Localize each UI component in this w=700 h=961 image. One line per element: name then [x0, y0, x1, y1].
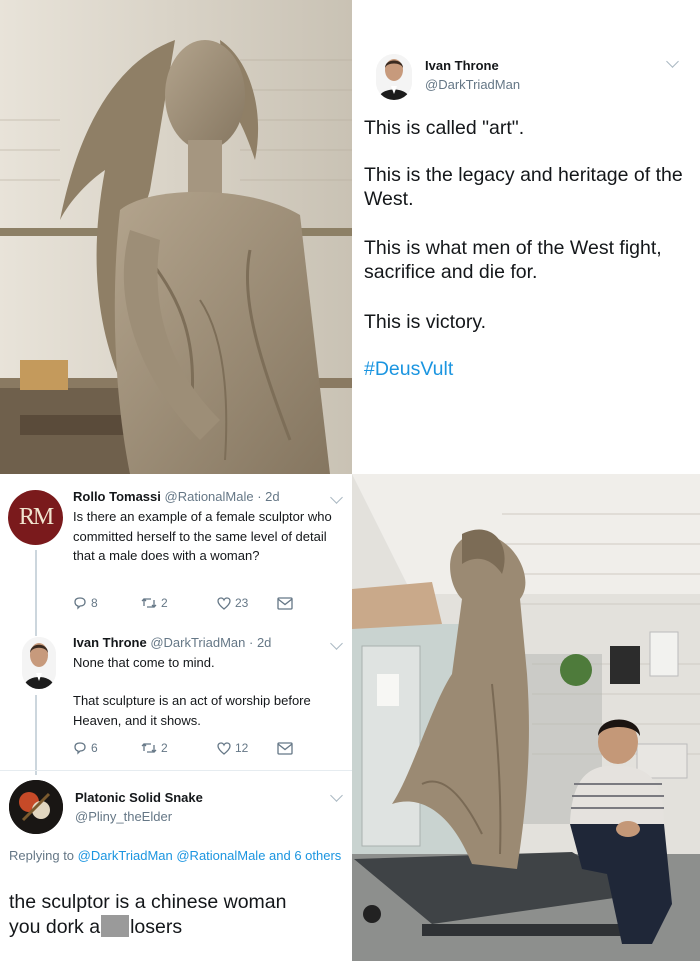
- replying-to-prefix: Replying to: [9, 848, 75, 863]
- retweet-button[interactable]: 2: [141, 741, 211, 755]
- message-button[interactable]: [277, 741, 293, 755]
- like-button[interactable]: 12: [217, 741, 277, 755]
- reply-author-name[interactable]: Ivan Throne: [73, 635, 147, 650]
- replying-to-users[interactable]: @DarkTriadMan @RationalMale and 6 others: [78, 848, 342, 863]
- reply-text-line-1: the sculptor is a chinese woman: [9, 891, 287, 913]
- retweet-icon: [141, 598, 157, 608]
- like-count: 12: [235, 741, 249, 755]
- reply-timestamp[interactable]: · 2d: [249, 635, 271, 650]
- heart-icon: [217, 596, 231, 610]
- like-count: 23: [235, 596, 249, 610]
- divider: [0, 770, 352, 771]
- reply-count: 8: [91, 596, 98, 610]
- reply-actions: 6 2 12: [73, 741, 313, 755]
- envelope-icon: [277, 596, 293, 610]
- reply-count: 6: [91, 741, 98, 755]
- reply-actions: 8 2 23: [73, 596, 313, 610]
- thread-line: [35, 550, 37, 636]
- avatar[interactable]: RM: [8, 490, 63, 545]
- avatar-monogram: RM: [18, 504, 54, 530]
- message-button[interactable]: [277, 596, 293, 610]
- tweet-text-line-2: This is the legacy and heritage of the W…: [364, 164, 683, 210]
- retweet-count: 2: [161, 741, 168, 755]
- like-button[interactable]: 23: [217, 596, 277, 610]
- reply-header: Ivan Throne @DarkTriadMan · 2d: [73, 635, 271, 650]
- reply-text: Is there an example of a female sculptor…: [73, 509, 332, 563]
- avatar[interactable]: [22, 637, 56, 689]
- chevron-down-icon[interactable]: [666, 55, 679, 68]
- reply-icon: [74, 597, 86, 610]
- chevron-down-icon[interactable]: [330, 637, 343, 650]
- tweet-author-name[interactable]: Ivan Throne: [425, 58, 499, 73]
- reply-timestamp[interactable]: · 2d: [257, 489, 279, 504]
- tweet-text-line-3: This is what men of the West fight, sacr…: [364, 237, 662, 283]
- retweet-button[interactable]: 2: [141, 596, 211, 610]
- tweet-text-line-4: This is victory.: [364, 311, 487, 333]
- chevron-down-icon[interactable]: [330, 789, 343, 802]
- reply-author-handle[interactable]: @RationalMale: [165, 489, 254, 504]
- retweet-icon: [141, 743, 157, 753]
- tweet-text-line-1: This is called "art".: [364, 117, 525, 139]
- reply-text-end: losers: [130, 916, 183, 938]
- reply-author-name[interactable]: Rollo Tomassi: [73, 489, 161, 504]
- reply-author-handle[interactable]: @DarkTriadMan: [150, 635, 245, 650]
- reply-text-line-2: you dork a losers: [9, 915, 182, 939]
- reply-author-name[interactable]: Platonic Solid Snake: [75, 790, 203, 805]
- reply-icon: [74, 742, 86, 755]
- tweet-author-handle[interactable]: @DarkTriadMan: [425, 77, 520, 92]
- chevron-down-icon[interactable]: [330, 491, 343, 504]
- reply-text-line-2: That sculpture is an act of worship befo…: [73, 693, 311, 728]
- avatar[interactable]: [376, 54, 412, 100]
- reply-author-handle[interactable]: @Pliny_theElder: [75, 809, 172, 824]
- redaction-box: [101, 915, 130, 937]
- envelope-icon: [277, 741, 293, 755]
- avatar[interactable]: [9, 780, 63, 834]
- reply-header: Rollo Tomassi @RationalMale · 2d: [73, 489, 280, 504]
- reply-button[interactable]: 6: [73, 741, 133, 755]
- sculpture-photo-closeup: [0, 0, 352, 474]
- reply-text-line-1: None that come to mind.: [73, 655, 215, 670]
- thread-line: [35, 695, 37, 775]
- sculptor-photo: [352, 474, 700, 961]
- hashtag-link[interactable]: #DeusVult: [364, 357, 453, 381]
- heart-icon: [217, 741, 231, 755]
- retweet-count: 2: [161, 596, 168, 610]
- replying-to: Replying to @DarkTriadMan @RationalMale …: [9, 847, 344, 865]
- reply-button[interactable]: 8: [73, 596, 133, 610]
- reply-text-start: you dork a: [9, 916, 101, 938]
